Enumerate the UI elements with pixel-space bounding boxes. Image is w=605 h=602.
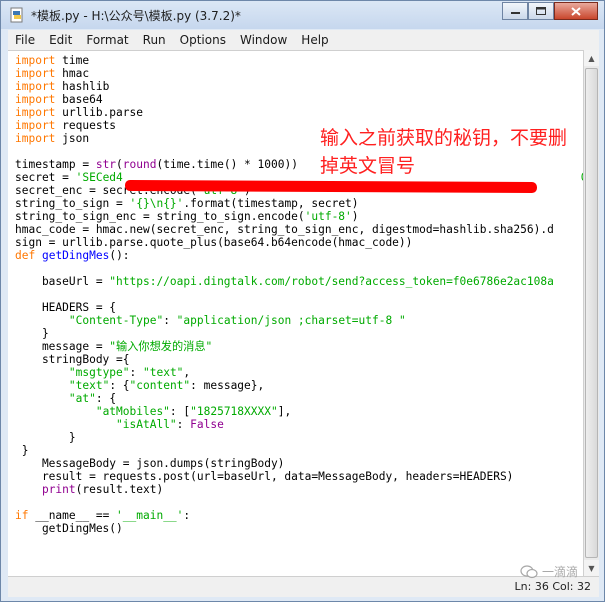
code-line[interactable]: baseUrl = "https://oapi.dingtalk.com/rob… xyxy=(15,275,583,288)
arrow-down-icon: ▼ xyxy=(588,563,595,573)
code-line[interactable]: "at": { xyxy=(15,392,583,405)
close-button[interactable] xyxy=(554,2,598,20)
window-title: *模板.py - H:\公众号\模板.py (3.7.2)* xyxy=(31,8,241,23)
minimize-button[interactable] xyxy=(502,2,528,20)
code-line[interactable]: "Content-Type": "application/json ;chars… xyxy=(15,314,583,327)
code-line[interactable]: print(result.text) xyxy=(15,483,583,496)
close-icon xyxy=(571,6,581,16)
watermark-text: 一滴滴 xyxy=(542,565,579,579)
code-line[interactable]: import urllib.parse xyxy=(15,106,583,119)
scroll-up-button[interactable]: ▲ xyxy=(584,50,599,66)
cursor-position: Ln: 36 Col: 32 xyxy=(514,580,591,593)
code-line[interactable]: import hashlib xyxy=(15,80,583,93)
menu-file[interactable]: File xyxy=(8,33,42,47)
wechat-icon xyxy=(520,564,538,578)
code-line[interactable]: "text": {"content": message}, xyxy=(15,379,583,392)
code-line[interactable]: "atMobiles": ["1825718XXXX"], xyxy=(15,405,583,418)
menu-window[interactable]: Window xyxy=(233,33,294,47)
arrow-up-icon: ▲ xyxy=(588,53,595,63)
code-line[interactable]: } xyxy=(15,327,583,340)
menu-run[interactable]: Run xyxy=(136,33,173,47)
code-line[interactable]: string_to_sign_enc = string_to_sign.enco… xyxy=(15,210,583,223)
code-line[interactable]: } xyxy=(15,431,583,444)
annotation-line-2: 掉英文冒号 xyxy=(320,155,416,177)
maximize-button[interactable] xyxy=(528,2,554,20)
redaction-bar xyxy=(124,179,538,194)
code-line[interactable]: getDingMes() xyxy=(15,522,583,535)
menu-options[interactable]: Options xyxy=(173,33,233,47)
minimize-icon xyxy=(510,12,520,14)
code-line[interactable] xyxy=(15,496,583,509)
code-line[interactable]: hmac_code = hmac.new(secret_enc, string_… xyxy=(15,223,583,236)
annotation-line-1: 输入之前获取的秘钥，不要删 xyxy=(320,127,568,149)
code-line[interactable]: sign = urllib.parse.quote_plus(base64.b6… xyxy=(15,236,583,249)
python-file-icon xyxy=(10,7,23,23)
menu-format[interactable]: Format xyxy=(79,33,135,47)
code-line[interactable]: HEADERS = { xyxy=(15,301,583,314)
code-line[interactable]: import base64 xyxy=(15,93,583,106)
red-annotation: 输入之前获取的秘钥，不要删 掉英文冒号 xyxy=(320,124,600,180)
code-line[interactable]: def getDingMes(): xyxy=(15,249,583,262)
menu-edit[interactable]: Edit xyxy=(42,33,79,47)
idle-editor-window: *模板.py - H:\公众号\模板.py (3.7.2)* File Edit… xyxy=(0,0,605,602)
code-line[interactable]: import hmac xyxy=(15,67,583,80)
menu-bar: File Edit Format Run Options Window Help xyxy=(8,30,599,51)
code-line[interactable]: "msgtype": "text", xyxy=(15,366,583,379)
title-bar[interactable]: *模板.py - H:\公众号\模板.py (3.7.2)* xyxy=(1,1,604,29)
code-line[interactable]: stringBody ={ xyxy=(15,353,583,366)
code-line[interactable]: message = "输入你想发的消息" xyxy=(15,340,583,353)
code-line[interactable]: if __name__ == '__main__': xyxy=(15,509,583,522)
code-line[interactable]: string_to_sign = '{}\n{}'.format(timesta… xyxy=(15,197,583,210)
window-controls xyxy=(502,2,598,22)
code-line[interactable]: result = requests.post(url=baseUrl, data… xyxy=(15,470,583,483)
scroll-down-button[interactable]: ▼ xyxy=(584,560,599,576)
menu-help[interactable]: Help xyxy=(294,33,335,47)
code-line[interactable] xyxy=(15,288,583,301)
code-line[interactable] xyxy=(15,262,583,275)
watermark: 一滴滴 xyxy=(520,563,578,580)
code-line[interactable]: "isAtAll": False xyxy=(15,418,583,431)
code-line[interactable]: import time xyxy=(15,54,583,67)
maximize-icon xyxy=(536,7,546,15)
code-line[interactable]: } xyxy=(15,444,583,457)
status-bar: Ln: 36 Col: 32 xyxy=(8,576,599,597)
code-line[interactable]: MessageBody = json.dumps(stringBody) xyxy=(15,457,583,470)
